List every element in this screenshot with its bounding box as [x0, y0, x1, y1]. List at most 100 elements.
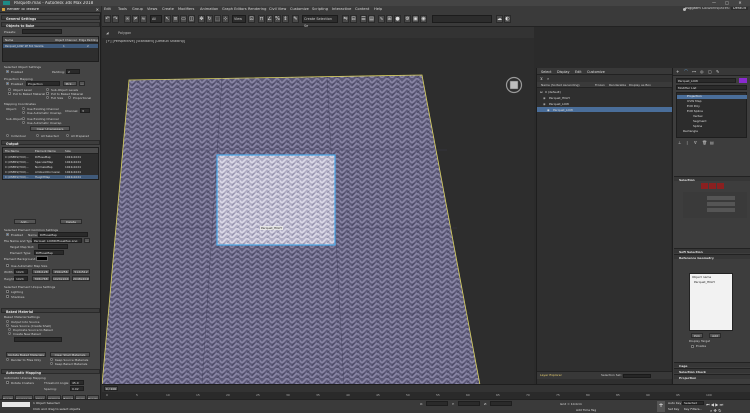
- menu-help[interactable]: Help: [374, 7, 382, 11]
- sub-use-auto-radio[interactable]: [22, 121, 25, 124]
- size-2048-button[interactable]: 2048x2048: [72, 276, 90, 281]
- table-row[interactable]: C:\USERS\YOU\... HeightMap 1024x1024: [3, 175, 98, 179]
- menu-content[interactable]: Content: [355, 7, 369, 11]
- placement-icon[interactable]: ⊹: [222, 15, 229, 23]
- stack-item-rectangle[interactable]: Rectangle: [683, 130, 698, 133]
- align-icon[interactable]: ⊟: [350, 15, 357, 23]
- rollout-automatic-mapping[interactable]: Automatic Mapping: [1, 369, 100, 375]
- keep-baked-radio[interactable]: [50, 362, 53, 365]
- add-element-button[interactable]: Add...: [14, 219, 36, 224]
- col-name-sorted[interactable]: Name (Sorted Ascending): [541, 83, 580, 87]
- rotate-clusters-checkbox[interactable]: [6, 381, 9, 384]
- sub-use-existing-radio[interactable]: [22, 117, 25, 120]
- get-mat-id-button[interactable]: [707, 208, 735, 212]
- duplicate-source-radio[interactable]: [8, 328, 11, 331]
- modifier-list-select[interactable]: Modifier List: [676, 85, 747, 90]
- clear-shell-button[interactable]: Clear Shell Materials: [50, 352, 90, 357]
- remove-modifier-icon[interactable]: 🗑: [702, 140, 707, 145]
- sub-object-levels-radio[interactable]: [46, 88, 49, 91]
- object-color-swatch[interactable]: [739, 78, 747, 83]
- objects-table[interactable]: Name Object Channel Edge Padding Parquet…: [2, 36, 99, 62]
- col-frozen[interactable]: Frozen: [595, 83, 605, 87]
- scene-menu-display[interactable]: Display: [557, 70, 570, 74]
- percent-snap-icon[interactable]: %: [274, 15, 281, 23]
- use-auto-unwrap-radio[interactable]: [22, 111, 25, 114]
- ribbon-label[interactable]: Polygon: [118, 31, 131, 35]
- object-level-radio[interactable]: [8, 88, 11, 91]
- select-by-name-icon[interactable]: ≡: [172, 15, 179, 23]
- rotate-icon[interactable]: ↻: [206, 15, 213, 23]
- update-baked-button[interactable]: Update Baked Materials: [6, 352, 46, 357]
- height-input[interactable]: 1024: [14, 276, 28, 281]
- table-row[interactable]: C:\USERS\YOU\... AmbientOcclusion 1024x1…: [3, 170, 98, 174]
- dialog-close-icon[interactable]: ✕: [96, 7, 99, 12]
- view-select[interactable]: View: [232, 15, 246, 23]
- rendered-frame-icon[interactable]: ▣: [412, 15, 419, 23]
- rollout-selection[interactable]: Selection: [674, 176, 750, 182]
- menu-create[interactable]: Create: [162, 7, 174, 11]
- browse-button[interactable]: …: [84, 238, 90, 243]
- reference-list[interactable]: Object name Parquet_HIGH: [689, 273, 733, 331]
- layer-explorer-icon[interactable]: ☰: [360, 15, 367, 23]
- element-enable-checkbox[interactable]: [6, 233, 9, 236]
- rollout-objects-to-bake[interactable]: Objects to Bake: [1, 22, 100, 28]
- threshold-input[interactable]: 45.0: [70, 380, 84, 385]
- auto-key-button[interactable]: Auto Key: [668, 401, 681, 405]
- create-new-baked-radio[interactable]: [8, 332, 11, 335]
- put-to-baked2-checkbox[interactable]: [46, 92, 49, 95]
- size-768-button[interactable]: 768x768: [32, 276, 50, 281]
- stack-item-edit-spline[interactable]: Edit Spline: [687, 110, 703, 113]
- edge-level-icon[interactable]: [709, 183, 716, 189]
- menu-edit[interactable]: Edit: [104, 7, 111, 11]
- projection-modifier-select[interactable]: Projection: [26, 81, 60, 86]
- filter-icon[interactable]: ⊻: [540, 76, 543, 81]
- a360-icon[interactable]: ☁: [496, 15, 503, 23]
- workspace-select[interactable]: Default: [730, 6, 748, 11]
- eye-icon[interactable]: ◉: [547, 108, 550, 112]
- delete-element-button[interactable]: Delete: [60, 219, 82, 224]
- size-512-button[interactable]: 512x512: [72, 269, 90, 274]
- rollout-baked-material[interactable]: Baked Material: [1, 308, 100, 314]
- list-item[interactable]: ◉ Parquet_LOW: [537, 107, 672, 112]
- pick-ref-button[interactable]: Pick: [691, 333, 703, 338]
- individual-radio[interactable]: [6, 134, 9, 137]
- scene-menu-customize[interactable]: Customize: [587, 70, 605, 74]
- output-into-source-radio[interactable]: [6, 320, 9, 323]
- undo-icon[interactable]: ↶: [104, 15, 111, 23]
- menu-customize[interactable]: Customize: [290, 7, 309, 11]
- projection-enabled-checkbox[interactable]: [6, 82, 9, 85]
- key-filters-button[interactable]: Key Filters...: [684, 407, 702, 411]
- use-existing-radio[interactable]: [22, 107, 25, 110]
- width-input[interactable]: 1024: [14, 269, 28, 274]
- rollout-general-settings[interactable]: General Settings: [1, 15, 100, 21]
- menu-civil-view[interactable]: Civil View: [269, 7, 286, 11]
- angle-snap-icon[interactable]: ∠: [266, 15, 273, 23]
- get-shell-selection-button[interactable]: [707, 196, 735, 200]
- put-to-baked-checkbox[interactable]: [8, 92, 11, 95]
- clear-unwrappers-button[interactable]: Clear Unwrappers: [30, 126, 70, 131]
- menu-animation[interactable]: Animation: [200, 7, 218, 11]
- stack-item-uvw-map[interactable]: UVW Map: [687, 100, 702, 103]
- col-renderable[interactable]: Renderable: [609, 83, 626, 87]
- viewcube-icon[interactable]: [505, 76, 523, 94]
- proportional-radio[interactable]: [68, 96, 71, 99]
- full-size-radio[interactable]: [46, 96, 49, 99]
- render-setup-icon[interactable]: ⚙: [404, 15, 411, 23]
- bind-icon[interactable]: ≈: [140, 15, 147, 23]
- window-crossing-icon[interactable]: ◫: [188, 15, 195, 23]
- layer-explorer-select[interactable]: Layer Explorer: [540, 374, 562, 377]
- scale-icon[interactable]: ⬚: [214, 15, 221, 23]
- rollout-selection-check[interactable]: Selection Check: [674, 368, 750, 374]
- make-unique-icon[interactable]: ∀: [694, 140, 697, 145]
- render-files-only-radio[interactable]: [6, 358, 9, 361]
- all-prepared-radio[interactable]: [66, 134, 69, 137]
- menu-tools[interactable]: Tools: [118, 7, 127, 11]
- show-end-result-icon[interactable]: ∣: [686, 140, 688, 145]
- perspective-viewport[interactable]: [+] [Perspective] [Standard] [Default Sh…: [102, 38, 534, 384]
- background-color-swatch[interactable]: [36, 256, 48, 261]
- rollout-soft-selection[interactable]: Soft Selection: [674, 248, 750, 254]
- find-icon[interactable]: ⌕: [547, 76, 549, 81]
- time-slider[interactable]: 0 / 100: [102, 384, 750, 392]
- get-face-selection-button[interactable]: [707, 202, 735, 206]
- modifier-stack[interactable]: Projection UVW Map Edit Poly Edit Spline…: [676, 92, 747, 138]
